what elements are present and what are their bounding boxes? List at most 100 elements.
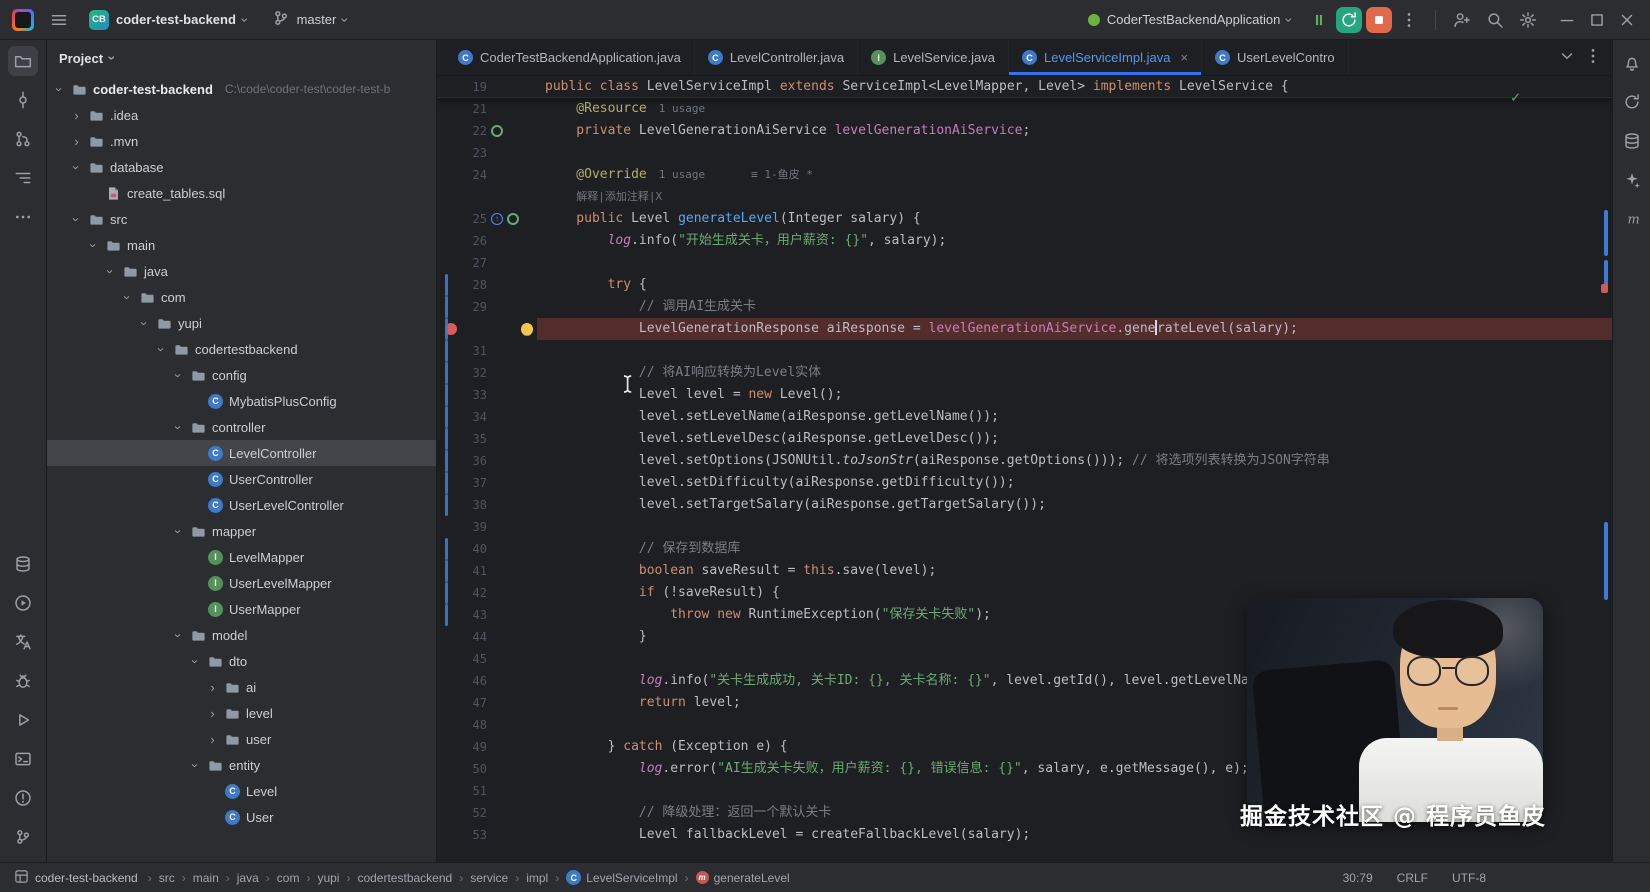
tree-chevron-icon[interactable]: › [188,759,203,772]
line-number[interactable]: 24 [465,164,487,186]
gutter[interactable] [437,186,537,208]
tree-chevron-icon[interactable]: › [188,655,203,668]
tree-item-codertestbackend[interactable]: ›codertestbackend [47,336,436,362]
project-widget[interactable]: CB coder-test-backend › [80,5,257,35]
line-number[interactable]: 52 [465,802,487,824]
tree-item--idea[interactable]: ›.idea [47,102,436,128]
tree-item-mybatisplusconfig[interactable]: CMybatisPlusConfig [47,388,436,414]
tree-item-java[interactable]: ›java [47,258,436,284]
code-line-41[interactable]: 41boolean saveResult = this.save(level); [437,560,1612,582]
tree-chevron-icon[interactable]: › [69,213,84,226]
code-text[interactable]: @Override1 usage≡ 1-鱼皮 * [537,164,1612,186]
gutter[interactable]: 37 [437,472,537,494]
line-number[interactable]: 19 [465,76,487,98]
main-menu-icon[interactable] [44,5,74,35]
error-stripe[interactable] [1596,76,1612,862]
tree-item-levelcontroller[interactable]: CLevelController [47,440,436,466]
tree-item-main[interactable]: ›main [47,232,436,258]
line-number[interactable]: 29 [465,296,487,318]
tree-item-user[interactable]: CUser [47,804,436,830]
tree-chevron-icon[interactable]: › [52,83,67,96]
tree-chevron-icon[interactable]: › [154,343,169,356]
tab-levelservice-java[interactable]: ILevelService.java [858,40,1009,75]
gutter[interactable]: 31 [437,340,537,362]
tree-chevron-icon[interactable]: › [171,629,186,642]
gutter[interactable]: 19 [437,76,537,98]
stripe-mark[interactable] [1604,522,1608,600]
gutter[interactable]: 36 [437,450,537,472]
tab-levelserviceimpl-java[interactable]: CLevelServiceImpl.java× [1009,40,1202,75]
line-number[interactable]: 40 [465,538,487,560]
code-text[interactable]: level.setLevelDesc(aiResponse.getLevelDe… [537,428,1612,450]
breadcrumb-item-java[interactable]: java [237,871,259,885]
tree-item-mapper[interactable]: ›mapper [47,518,436,544]
close-icon[interactable] [1612,2,1642,38]
line-number[interactable]: 45 [465,648,487,670]
database-panel-icon[interactable] [1617,126,1647,156]
tree-chevron-icon[interactable]: › [70,134,83,149]
code-text[interactable]: try { [537,274,1612,296]
tree-chevron-icon[interactable]: › [70,108,83,123]
breakpoint-icon[interactable] [445,323,457,335]
tree-chevron-icon[interactable]: › [137,317,152,330]
gutter[interactable]: 45 [437,648,537,670]
maven-panel-icon[interactable]: m [1617,204,1647,234]
tree-item-yupi[interactable]: ›yupi [47,310,436,336]
code-text[interactable] [537,142,1612,164]
code-line-33[interactable]: 33 Level level = new Level(); [437,384,1612,406]
tree-item--mvn[interactable]: ›.mvn [47,128,436,154]
vcs-branch-widget[interactable]: master › [263,4,357,35]
gutter[interactable]: 44 [437,626,537,648]
line-number[interactable]: 36 [465,450,487,472]
tree-item-src[interactable]: ›src [47,206,436,232]
tree-chevron-icon[interactable]: › [206,732,219,747]
stop-button[interactable] [1366,7,1392,33]
line-number[interactable]: 25 [465,208,487,230]
tree-item-entity[interactable]: ›entity [47,752,436,778]
gutter[interactable]: 46 [437,670,537,692]
line-separator[interactable]: CRLF [1397,871,1428,885]
stripe-mark[interactable] [1604,210,1608,256]
code-text[interactable]: Level level = new Level(); [537,384,1612,406]
line-number[interactable]: 46 [465,670,487,692]
gutter[interactable]: 26 [437,230,537,252]
status-module[interactable]: coder-test-backend [14,869,138,887]
structure-tool-icon[interactable] [8,163,38,193]
code-line-34[interactable]: 34level.setLevelName(aiResponse.getLevel… [437,406,1612,428]
breadcrumb-item-generatelevel[interactable]: mgenerateLevel [696,871,790,885]
inlay-hint-line[interactable]: 解释|添加注释|X [437,186,1612,208]
line-number[interactable]: 32 [465,362,487,384]
gutter[interactable]: 27 [437,252,537,274]
code-line-26[interactable]: 26log.info("开始生成关卡，用户薪资: {}", salary); [437,230,1612,252]
gutter[interactable]: 28 [437,274,537,296]
more-run-options-button[interactable] [1394,5,1424,35]
line-number[interactable]: 48 [465,714,487,736]
spring-bean-icon[interactable] [491,125,503,137]
code-text[interactable]: level.setDifficulty(aiResponse.getDiffic… [537,472,1612,494]
line-number[interactable]: 49 [465,736,487,758]
gutter[interactable]: 21 [437,98,537,120]
tab-userlevelcontro[interactable]: CUserLevelContro [1202,40,1349,75]
pause-button[interactable] [1304,5,1334,35]
file-encoding[interactable]: UTF-8 [1452,871,1486,885]
tree-item-level[interactable]: ›level [47,700,436,726]
tree-chevron-icon[interactable]: › [171,421,186,434]
debug-tool-icon[interactable] [8,666,38,696]
gutter[interactable]: 53 [437,824,537,846]
gutter[interactable]: 49 [437,736,537,758]
close-tab-icon[interactable]: × [1180,50,1188,65]
version-control-tool-icon[interactable] [8,822,38,852]
gutter[interactable]: 25↑ [437,208,537,230]
line-number[interactable]: 28 [465,274,487,296]
breadcrumb-item-service[interactable]: service [470,871,508,885]
line-number[interactable]: 39 [465,516,487,538]
code-text[interactable]: @Resource1 usage [537,98,1612,120]
line-number[interactable]: 41 [465,560,487,582]
code-text[interactable]: public Level generateLevel(Integer salar… [537,208,1612,230]
code-text[interactable] [537,516,1612,538]
line-number[interactable]: 21 [465,98,487,120]
code-line-39[interactable]: 39 [437,516,1612,538]
gutter[interactable]: 24 [437,164,537,186]
line-number[interactable]: 33 [465,384,487,406]
gutter[interactable]: 32 [437,362,537,384]
